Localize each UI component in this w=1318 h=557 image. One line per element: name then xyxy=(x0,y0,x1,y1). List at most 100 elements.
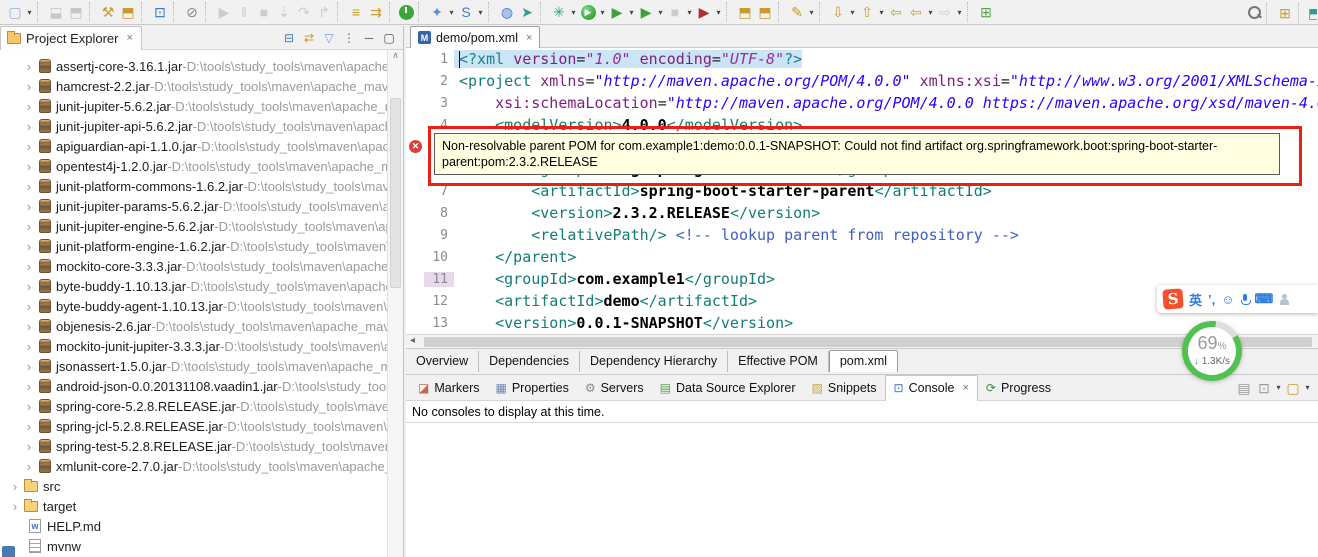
expand-icon[interactable]: › xyxy=(22,159,36,174)
project-explorer-tab[interactable]: Project Explorer × xyxy=(0,25,142,50)
step-into-icon[interactable]: ⇣ xyxy=(275,3,293,21)
pom-page-tab-effective-pom[interactable]: Effective POM xyxy=(728,351,829,372)
tree-item-target[interactable]: › target xyxy=(0,496,387,516)
ant-build-icon[interactable]: ⚒ xyxy=(99,3,117,21)
tree-item-objenesis-2.6.jar[interactable]: › objenesis-2.6.jar - D:\tools\study_tool… xyxy=(0,316,387,336)
expand-icon[interactable]: › xyxy=(22,379,36,394)
tree-item-HELP.md[interactable]: w HELP.md xyxy=(0,516,387,536)
profile-icon[interactable]: ▶ xyxy=(637,3,655,21)
code-line-1[interactable]: 1 <?xml version="1.0" encoding="UTF-8"?> xyxy=(406,48,1318,70)
open-perspective-icon[interactable]: ⊞ xyxy=(1276,4,1294,22)
language-toggle-icon[interactable]: 英 xyxy=(1189,290,1202,309)
tree-item-apiguardian-api-1.1.0.jar[interactable]: › apiguardian-api-1.1.0.jar - D:\tools\st… xyxy=(0,136,387,156)
emoji-icon[interactable]: ☺ xyxy=(1221,292,1234,307)
tree-item-mvnw[interactable]: mvnw xyxy=(0,536,387,556)
open-file-icon[interactable]: ⬒ xyxy=(736,3,754,21)
display-selected-console-icon[interactable]: ⊡ xyxy=(1255,379,1273,397)
expand-icon[interactable]: › xyxy=(22,439,36,454)
suspend-icon[interactable]: ‖ xyxy=(235,3,253,21)
collapse-all-icon[interactable]: ⊟ xyxy=(280,29,298,47)
debug-icon[interactable]: ✳ xyxy=(550,3,568,21)
code-line-8[interactable]: 8 <version>2.3.2.RELEASE</version> xyxy=(406,202,1318,224)
prev-annotation-icon[interactable]: ⇧ xyxy=(858,3,876,21)
tree-item-junit-jupiter-params-5.6.2.jar[interactable]: › junit-jupiter-params-5.6.2.jar - D:\too… xyxy=(0,196,387,216)
expand-icon[interactable]: › xyxy=(22,459,36,474)
project-explorer-scrollbar[interactable]: ∧ xyxy=(387,50,403,557)
open-console-new-dropdown-icon[interactable]: ▾ xyxy=(1303,383,1312,392)
pin-editor-icon[interactable]: ⊞ xyxy=(977,3,995,21)
error-marker-icon[interactable]: ✕ xyxy=(409,140,422,153)
download-progress-badge[interactable]: 69% ↓ 1.3K/s xyxy=(1182,321,1242,381)
panel-tab-data-source-explorer[interactable]: ▤ Data Source Explorer xyxy=(652,375,804,401)
stop-dropdown-icon[interactable]: ▾ xyxy=(685,8,694,17)
tree-item-src[interactable]: › src xyxy=(0,476,387,496)
back-dropdown-icon[interactable]: ▾ xyxy=(926,8,935,17)
scrollbar-thumb[interactable] xyxy=(390,98,401,288)
terminate-icon[interactable]: ■ xyxy=(255,3,273,21)
minimize-icon[interactable]: ─ xyxy=(360,29,378,47)
expand-icon[interactable]: › xyxy=(22,299,36,314)
panel-tab-properties[interactable]: ▦ Properties xyxy=(488,375,577,401)
panel-tab-progress[interactable]: ⟳ Progress xyxy=(978,375,1059,401)
save-icon[interactable]: ⬓ xyxy=(47,3,65,21)
panel-tab-console[interactable]: ⊡ Console × xyxy=(884,374,978,401)
tree-item-junit-platform-commons-1.6.2.jar[interactable]: › junit-platform-commons-1.6.2.jar - D:\t… xyxy=(0,176,387,196)
spring-starter-project-icon[interactable]: S xyxy=(457,3,475,21)
expand-icon[interactable]: › xyxy=(22,399,36,414)
coverage-icon[interactable]: ▶ xyxy=(608,3,626,21)
tree-item-junit-jupiter-api-5.6.2.jar[interactable]: › junit-jupiter-api-5.6.2.jar - D:\tools\… xyxy=(0,116,387,136)
code-line-10[interactable]: 10 </parent> xyxy=(406,246,1318,268)
next-annotation-dropdown-icon[interactable]: ▾ xyxy=(848,8,857,17)
tree-item-opentest4j-1.2.0.jar[interactable]: › opentest4j-1.2.0.jar - D:\tools\study_t… xyxy=(0,156,387,176)
forward-dropdown-icon[interactable]: ▾ xyxy=(955,8,964,17)
tree-item-junit-platform-engine-1.6.2.jar[interactable]: › junit-platform-engine-1.6.2.jar - D:\to… xyxy=(0,236,387,256)
stop-icon[interactable]: ■ xyxy=(666,3,684,21)
format-icon[interactable]: ✎ xyxy=(788,3,806,21)
new-wizard-icon[interactable]: ▢ xyxy=(6,3,24,21)
export-jar-icon[interactable]: ⬒ xyxy=(119,3,137,21)
tree-item-byte-buddy-1.10.13.jar[interactable]: › byte-buddy-1.10.13.jar - D:\tools\study… xyxy=(0,276,387,296)
back-icon[interactable]: ⇦ xyxy=(907,3,925,21)
pin-icon[interactable]: ⊘ xyxy=(183,3,201,21)
panel-tab-snippets[interactable]: ▧ Snippets xyxy=(804,375,885,401)
panel-tab-servers[interactable]: ⚙ Servers xyxy=(577,375,652,401)
last-edit-location-icon[interactable]: ⇦ xyxy=(887,3,905,21)
close-editor-icon[interactable]: × xyxy=(526,32,532,44)
tree-item-android-json-0.0.20131108.vaadin1.jar[interactable]: › android-json-0.0.20131108.vaadin1.jar -… xyxy=(0,376,387,396)
code-line-3[interactable]: 3 xsi:schemaLocation="http://maven.apach… xyxy=(406,92,1318,114)
maximize-icon[interactable]: ▢ xyxy=(380,29,398,47)
relaunch-dropdown-icon[interactable]: ▾ xyxy=(714,8,723,17)
expand-icon[interactable]: › xyxy=(22,219,36,234)
expand-icon[interactable]: › xyxy=(22,279,36,294)
pom-page-tab-dependency-hierarchy[interactable]: Dependency Hierarchy xyxy=(580,351,729,372)
display-selected-console-dropdown-icon[interactable]: ▾ xyxy=(1274,383,1283,392)
run-icon[interactable]: ▶ xyxy=(579,3,597,21)
expand-icon[interactable]: › xyxy=(8,479,22,494)
step-over-icon[interactable]: ↷ xyxy=(295,3,313,21)
tree-item-spring-test-5.2.8.RELEASE.jar[interactable]: › spring-test-5.2.8.RELEASE.jar - D:\tool… xyxy=(0,436,387,456)
tree-item-assertj-core-3.16.1.jar[interactable]: › assertj-core-3.16.1.jar - D:\tools\stud… xyxy=(0,56,387,76)
voice-input-icon[interactable] xyxy=(1240,293,1251,305)
expand-icon[interactable]: › xyxy=(22,199,36,214)
expand-icon[interactable]: › xyxy=(22,99,36,114)
panel-tab-markers[interactable]: ◪ Markers xyxy=(410,375,488,401)
resume-icon[interactable]: ▶ xyxy=(215,3,233,21)
expand-icon[interactable]: › xyxy=(22,339,36,354)
scroll-left-icon[interactable]: ◂ xyxy=(410,335,415,346)
expand-icon[interactable]: › xyxy=(22,419,36,434)
expand-icon[interactable]: › xyxy=(8,499,22,514)
editor-tab-pom-xml[interactable]: M demo/pom.xml × xyxy=(410,26,541,48)
expand-icon[interactable]: › xyxy=(22,119,36,134)
hscrollbar-thumb[interactable] xyxy=(424,337,1312,347)
link-with-editor-icon[interactable]: ⇄ xyxy=(300,29,318,47)
pom-page-tab-dependencies[interactable]: Dependencies xyxy=(479,351,581,372)
profile-dropdown-icon[interactable]: ▾ xyxy=(656,8,665,17)
run-history-icon[interactable]: ≡ xyxy=(347,3,365,21)
new-server-dropdown-icon[interactable]: ▾ xyxy=(447,8,456,17)
relaunch-icon[interactable]: ▶ xyxy=(695,3,713,21)
spring-boot-dashboard-icon[interactable] xyxy=(399,4,414,20)
tree-item-junit-jupiter-engine-5.6.2.jar[interactable]: › junit-jupiter-engine-5.6.2.jar - D:\too… xyxy=(0,216,387,236)
close-console-icon[interactable]: × xyxy=(962,382,968,394)
tree-item-jsonassert-1.5.0.jar[interactable]: › jsonassert-1.5.0.jar - D:\tools\study_t… xyxy=(0,356,387,376)
tree-item-mockito-core-3.3.3.jar[interactable]: › mockito-core-3.3.3.jar - D:\tools\study… xyxy=(0,256,387,276)
